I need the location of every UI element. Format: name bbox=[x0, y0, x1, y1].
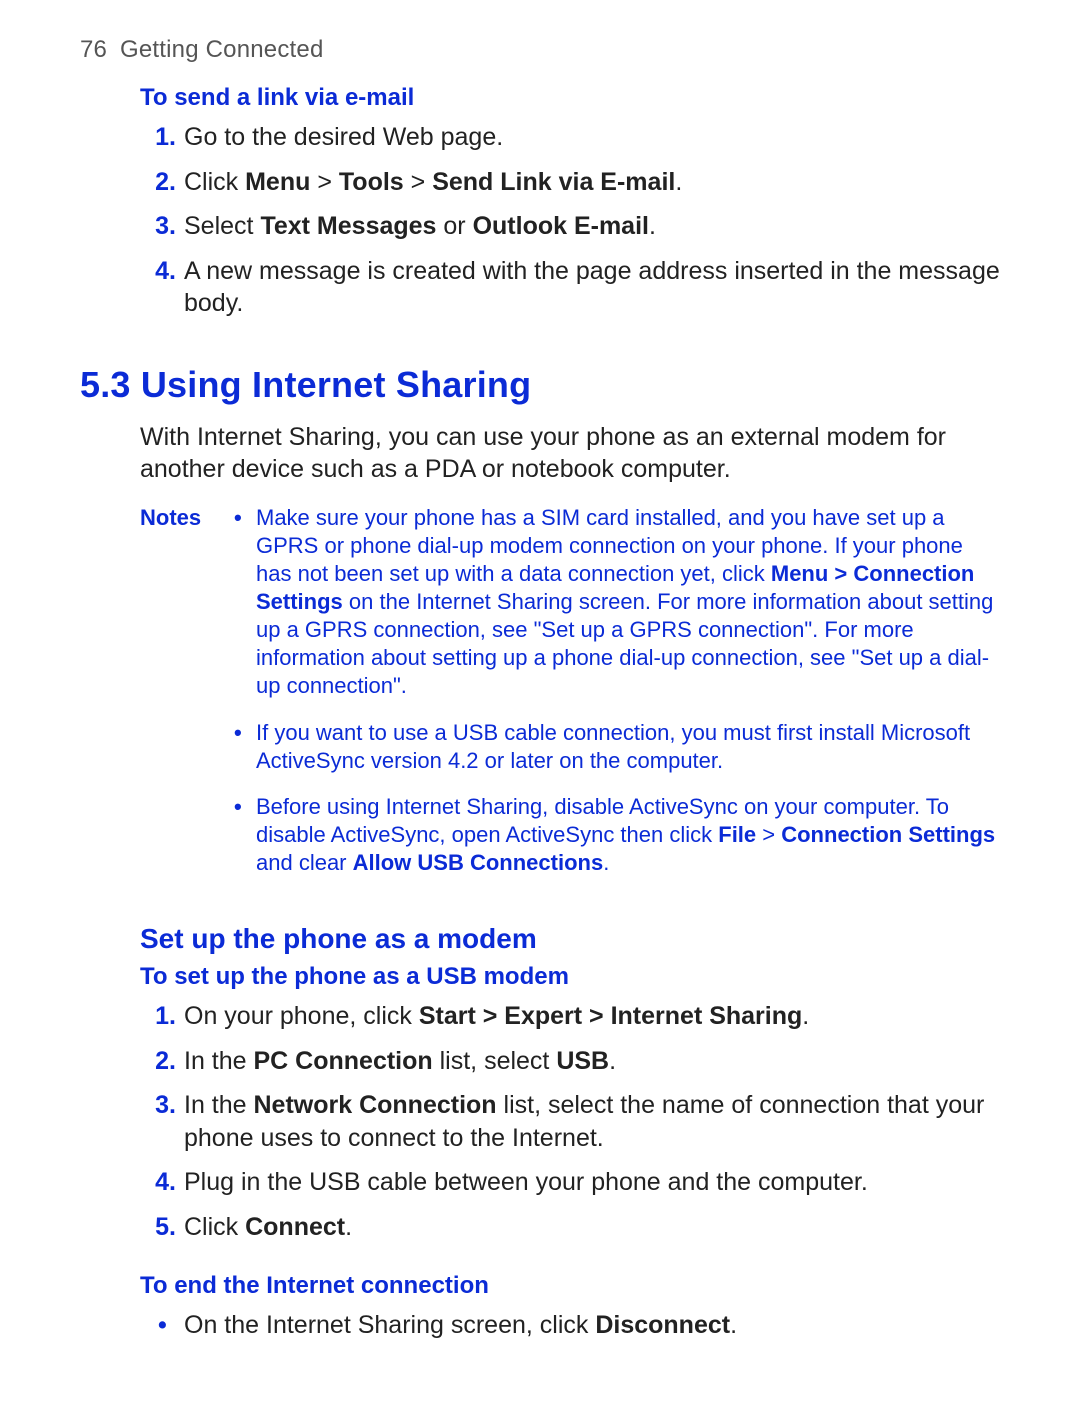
text-bold: Menu bbox=[245, 168, 310, 196]
step-number: 1. bbox=[140, 1000, 176, 1033]
text-bold: Outlook E-mail bbox=[473, 212, 649, 240]
step-number: 3. bbox=[140, 210, 176, 243]
text-run: > bbox=[756, 822, 781, 847]
step-item: 1. Go to the desired Web page. bbox=[140, 121, 1000, 166]
notes-block: Notes Make sure your phone has a SIM car… bbox=[140, 504, 1000, 896]
step-number: 1. bbox=[140, 121, 176, 154]
text-run: . bbox=[603, 850, 609, 875]
text-bold: Connect bbox=[245, 1213, 345, 1241]
note-item: If you want to use a USB cable connectio… bbox=[230, 719, 1000, 793]
text-bold: Start > Expert > Internet Sharing bbox=[419, 1002, 802, 1030]
step-text: In the PC Connection list, select USB. bbox=[184, 1047, 616, 1075]
subhead-end-connection: To end the Internet connection bbox=[140, 1271, 1000, 1301]
text-run: In the bbox=[184, 1091, 254, 1119]
text-bold: Network Connection bbox=[254, 1091, 497, 1119]
text-run: on the Internet Sharing screen. For more… bbox=[256, 589, 993, 698]
step-text: Select Text Messages or Outlook E-mail. bbox=[184, 212, 656, 240]
text-run: If you want to use a USB cable connectio… bbox=[256, 720, 970, 773]
step-number: 4. bbox=[140, 1166, 176, 1199]
text-bold: Connection Settings bbox=[781, 822, 995, 847]
step-item: 4. Plug in the USB cable between your ph… bbox=[140, 1166, 1000, 1211]
text-bold: PC Connection bbox=[254, 1047, 433, 1075]
step-item: 5. Click Connect. bbox=[140, 1211, 1000, 1256]
text-run: and clear bbox=[256, 850, 353, 875]
step-item: 3. Select Text Messages or Outlook E-mai… bbox=[140, 210, 1000, 255]
text-bold: Text Messages bbox=[260, 212, 436, 240]
text-run: On the Internet Sharing screen, click bbox=[184, 1311, 595, 1339]
page-header: 76 Getting Connected bbox=[80, 35, 1000, 65]
step-item: 1. On your phone, click Start > Expert >… bbox=[140, 1000, 1000, 1045]
step-number: 3. bbox=[140, 1089, 176, 1122]
section-title-5-3: 5.3 Using Internet Sharing bbox=[80, 362, 1000, 407]
step-number: 5. bbox=[140, 1211, 176, 1244]
step-number: 4. bbox=[140, 255, 176, 288]
text-run: In the bbox=[184, 1047, 254, 1075]
text-run: > bbox=[310, 168, 339, 196]
text-run: . bbox=[802, 1002, 809, 1030]
end-connection-list: On the Internet Sharing screen, click Di… bbox=[140, 1309, 1000, 1354]
text-bold: File bbox=[718, 822, 756, 847]
step-text: Plug in the USB cable between your phone… bbox=[184, 1168, 868, 1196]
step-text: A new message is created with the page a… bbox=[184, 257, 1000, 318]
text-bold: USB bbox=[556, 1047, 609, 1075]
text-run: . bbox=[730, 1311, 737, 1339]
text-bold: Send Link via E-mail bbox=[432, 168, 675, 196]
chapter-title: Getting Connected bbox=[120, 36, 324, 63]
section-5-3-intro: With Internet Sharing, you can use your … bbox=[140, 421, 996, 486]
notes-label: Notes bbox=[140, 504, 230, 532]
step-number: 2. bbox=[140, 1045, 176, 1078]
step-text: Click Connect. bbox=[184, 1213, 352, 1241]
text-run: Click bbox=[184, 168, 245, 196]
text-bold: Allow USB Connections bbox=[353, 850, 604, 875]
subhead-setup-modem: Set up the phone as a modem bbox=[140, 921, 1000, 956]
bullet-item: On the Internet Sharing screen, click Di… bbox=[140, 1309, 1000, 1354]
text-run: . bbox=[609, 1047, 616, 1075]
text-run: . bbox=[649, 212, 656, 240]
text-run: > bbox=[404, 168, 433, 196]
text-run: or bbox=[436, 212, 472, 240]
text-bold: Tools bbox=[339, 168, 404, 196]
notes-list: Make sure your phone has a SIM card inst… bbox=[230, 504, 1000, 896]
note-item: Before using Internet Sharing, disable A… bbox=[230, 793, 1000, 895]
steps-send-link-email: 1. Go to the desired Web page. 2. Click … bbox=[140, 121, 1000, 332]
text-bold: Disconnect bbox=[595, 1311, 730, 1339]
step-text: On your phone, click Start > Expert > In… bbox=[184, 1002, 809, 1030]
text-run: Select bbox=[184, 212, 260, 240]
page-number: 76 bbox=[80, 36, 107, 63]
subhead-send-link-email: To send a link via e-mail bbox=[140, 83, 1000, 113]
step-item: 3. In the Network Connection list, selec… bbox=[140, 1089, 1000, 1166]
note-item: Make sure your phone has a SIM card inst… bbox=[230, 504, 1000, 719]
step-number: 2. bbox=[140, 166, 176, 199]
text-run: On your phone, click bbox=[184, 1002, 419, 1030]
step-item: 2. Click Menu > Tools > Send Link via E-… bbox=[140, 166, 1000, 211]
step-text: In the Network Connection list, select t… bbox=[184, 1091, 984, 1152]
steps-usb-modem: 1. On your phone, click Start > Expert >… bbox=[140, 1000, 1000, 1255]
step-text: Click Menu > Tools > Send Link via E-mai… bbox=[184, 168, 682, 196]
step-text: Go to the desired Web page. bbox=[184, 123, 503, 151]
text-run: . bbox=[345, 1213, 352, 1241]
step-item: 2. In the PC Connection list, select USB… bbox=[140, 1045, 1000, 1090]
text-run: . bbox=[675, 168, 682, 196]
step-item: 4. A new message is created with the pag… bbox=[140, 255, 1000, 332]
text-run: list, select bbox=[433, 1047, 557, 1075]
subhead-usb-modem: To set up the phone as a USB modem bbox=[140, 962, 1000, 992]
text-run: Click bbox=[184, 1213, 245, 1241]
